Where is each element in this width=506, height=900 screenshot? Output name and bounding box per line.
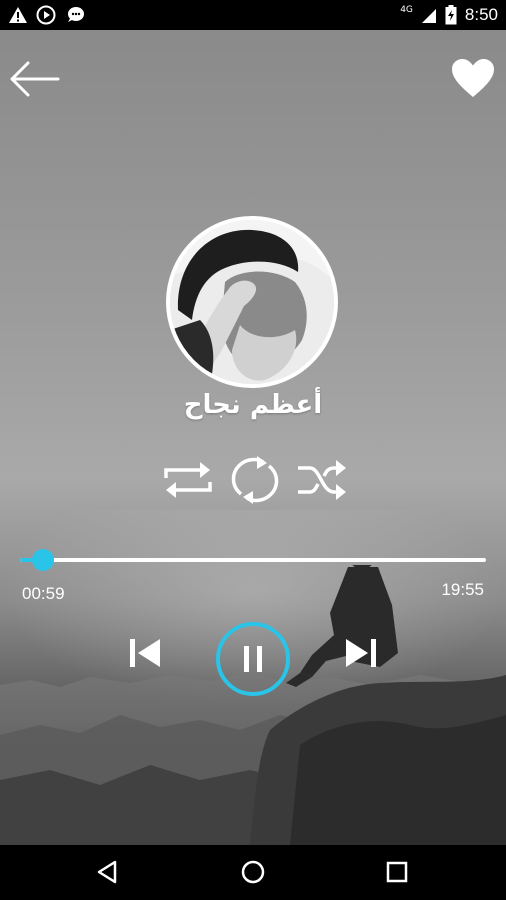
previous-button[interactable] bbox=[124, 632, 166, 674]
back-triangle-icon bbox=[97, 860, 117, 884]
seek-bar[interactable] bbox=[20, 549, 486, 571]
total-time: 19:55 bbox=[441, 580, 484, 599]
shuffle-icon bbox=[298, 460, 346, 500]
shuffle-button[interactable] bbox=[294, 454, 350, 506]
pause-button[interactable] bbox=[216, 622, 290, 696]
artist-photo bbox=[170, 220, 334, 384]
back-button[interactable] bbox=[8, 54, 64, 104]
skip-next-icon bbox=[346, 639, 376, 667]
pause-icon bbox=[244, 646, 262, 672]
signal-icon bbox=[421, 9, 436, 23]
status-bar-notifications bbox=[8, 5, 86, 25]
nav-recents-button[interactable] bbox=[382, 857, 412, 887]
navigation-bar bbox=[0, 845, 506, 900]
next-button[interactable] bbox=[340, 632, 382, 674]
repeat-all-button[interactable] bbox=[160, 454, 216, 506]
playback-mode-row bbox=[160, 452, 350, 508]
play-circle-icon bbox=[36, 5, 56, 25]
home-circle-icon bbox=[241, 860, 265, 884]
track-title: أعظم نجاح bbox=[183, 390, 323, 420]
repeat-one-button[interactable] bbox=[227, 454, 283, 506]
status-bar-system: 4G 8:50 bbox=[400, 5, 498, 25]
recents-square-icon bbox=[386, 861, 408, 883]
seek-thumb[interactable] bbox=[32, 549, 54, 571]
favorite-button[interactable] bbox=[450, 56, 496, 102]
nav-back-button[interactable] bbox=[93, 857, 123, 887]
cityscape-silhouette bbox=[0, 565, 506, 845]
repeat-one-icon bbox=[231, 456, 279, 504]
status-bar: 4G 8:50 bbox=[0, 0, 506, 30]
network-type: 4G bbox=[400, 5, 413, 15]
repeat-all-icon bbox=[164, 462, 212, 498]
arrow-left-icon bbox=[10, 61, 60, 97]
status-time: 8:50 bbox=[464, 5, 498, 24]
chat-bubble-icon bbox=[68, 7, 84, 22]
nav-home-button[interactable] bbox=[238, 857, 268, 887]
skip-previous-icon bbox=[130, 639, 160, 667]
battery-icon bbox=[445, 5, 457, 25]
background-image bbox=[0, 30, 506, 845]
heart-icon bbox=[452, 59, 494, 97]
current-time: 00:59 bbox=[22, 584, 65, 603]
warning-icon bbox=[9, 7, 27, 23]
artist-avatar bbox=[166, 216, 338, 388]
